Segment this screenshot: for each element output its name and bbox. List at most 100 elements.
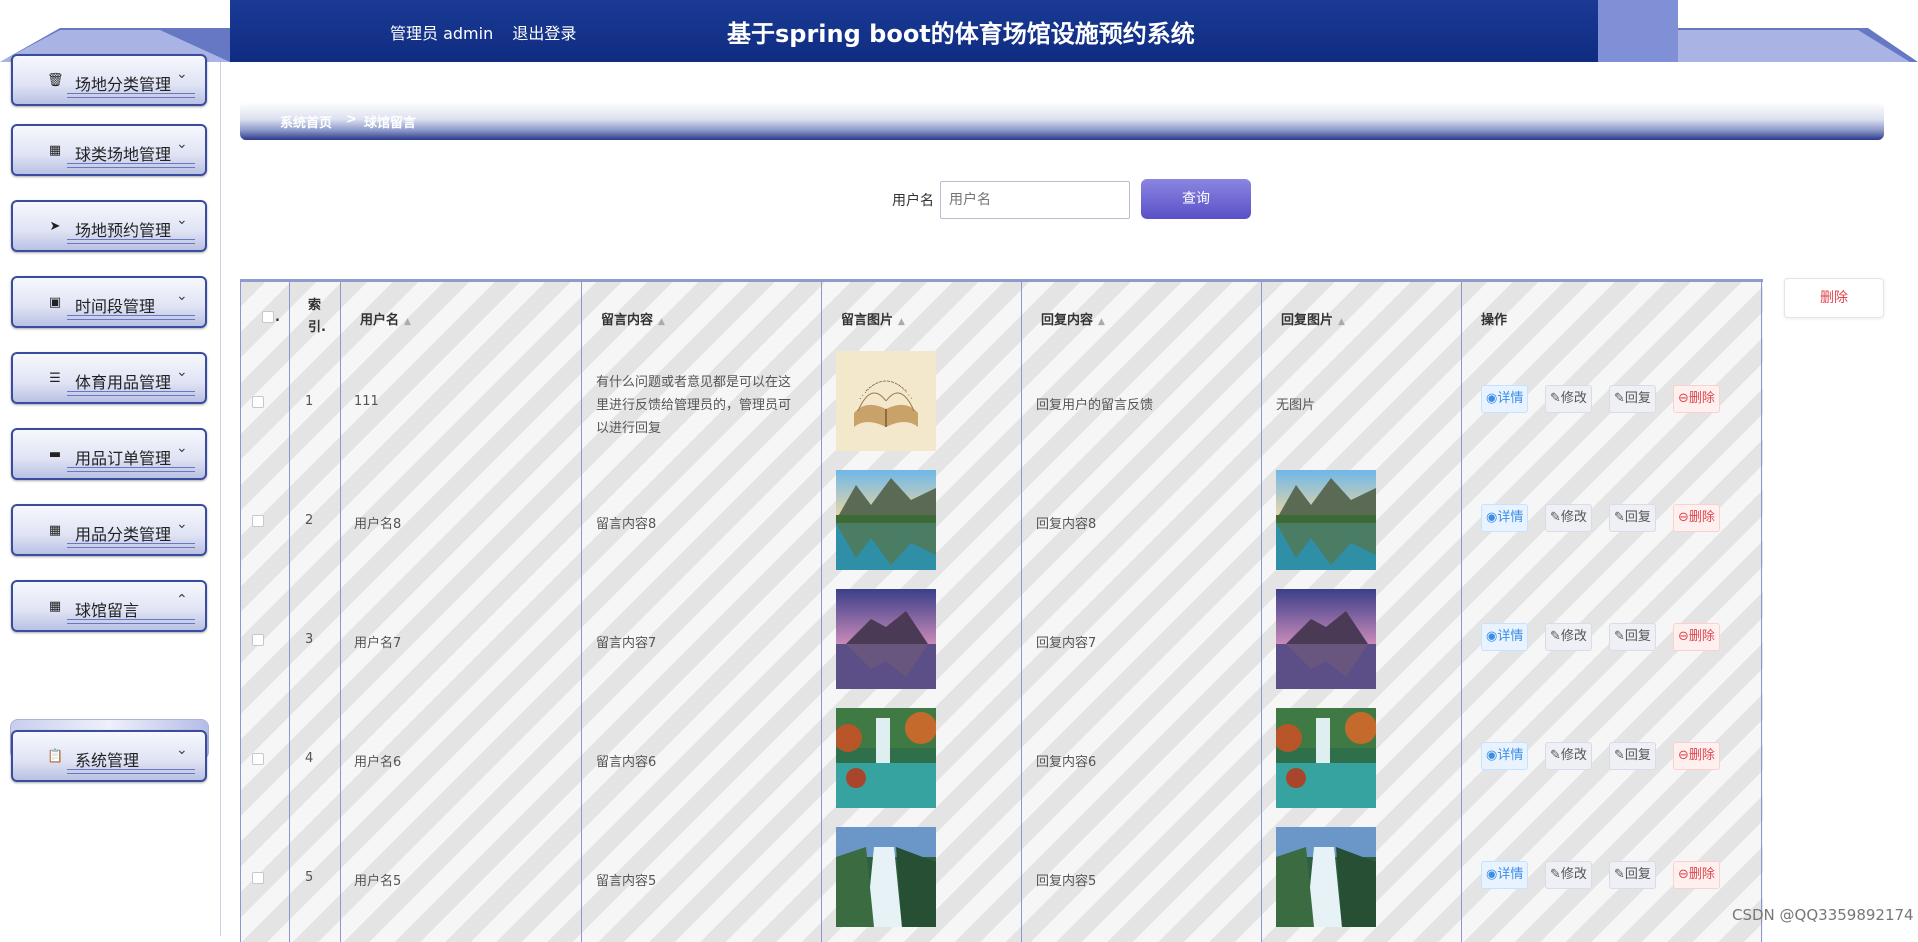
delete-button[interactable]: ⊖删除 (1673, 861, 1720, 889)
row-index: 1 (305, 394, 314, 409)
header-reply-image[interactable]: 回复图片 ▲︎ (1281, 309, 1345, 328)
header-reply[interactable]: 回复内容 ▲︎ (1041, 309, 1105, 328)
pencil-icon: ✎ (1614, 391, 1625, 406)
edit-button[interactable]: ✎修改 (1545, 861, 1592, 889)
delete-button[interactable]: ⊖删除 (1673, 623, 1720, 651)
header-content-label: 留言内容 (601, 313, 654, 328)
delete-button[interactable]: ⊖删除 (1673, 504, 1720, 532)
sidebar-item-venue-category[interactable]: 🗑 场地分类管理 ⌄ (11, 54, 207, 106)
chevron-up-icon: ⌃ (176, 592, 188, 608)
message-image-purple-lake[interactable] (836, 589, 936, 689)
sort-icon: ▲︎ (898, 317, 905, 327)
row-checkbox[interactable] (252, 872, 264, 884)
sidebar-item-ball-venue[interactable]: ▦ 球类场地管理 ⌄ (11, 124, 207, 176)
row-index: 5 (305, 870, 314, 885)
delete-label: 删除 (1688, 510, 1715, 525)
sidebar-item-messages[interactable]: ▦ 球馆留言 ⌃ (11, 580, 207, 632)
menu-underline (67, 239, 195, 244)
header-content[interactable]: 留言内容 ▲︎ (601, 309, 665, 328)
sidebar-item-label: 体育用品管理 (75, 373, 172, 392)
search-input[interactable] (940, 181, 1130, 219)
header-username-label: 用户名 (360, 313, 400, 328)
message-image-autumn-waterfall[interactable] (836, 708, 936, 808)
reply-button[interactable]: ✎回复 (1609, 623, 1656, 651)
detail-button[interactable]: ◉详情 (1481, 504, 1529, 532)
select-all-checkbox[interactable] (262, 311, 274, 323)
sidebar-item-venue-booking[interactable]: ➤ 场地预约管理 ⌄ (11, 200, 207, 252)
header-index: 索引. (308, 298, 326, 335)
sidebar-item-sports-goods[interactable]: ☰ 体育用品管理 ⌄ (11, 352, 207, 404)
row-username: 用户名7 (354, 636, 402, 651)
menu-underline (67, 769, 195, 774)
header-ops: 操作 (1481, 313, 1508, 328)
eye-icon: ◉ (1486, 510, 1498, 525)
detail-button[interactable]: ◉详情 (1481, 861, 1529, 889)
reply-button[interactable]: ✎回复 (1609, 742, 1656, 770)
pencil-icon: ✎ (1550, 629, 1561, 644)
clipboard-icon: 📋 (47, 749, 64, 764)
reply-button[interactable]: ✎回复 (1609, 385, 1656, 413)
reply-button[interactable]: ✎回复 (1609, 504, 1656, 532)
reply-image-autumn-waterfall[interactable] (1276, 708, 1376, 808)
chevron-down-icon: ⌄ (176, 66, 188, 82)
delete-label: 删除 (1688, 629, 1715, 644)
row-reply-image-empty: 无图片 (1276, 398, 1316, 413)
list-icon: ☰ (49, 371, 61, 386)
detail-label: 详情 (1497, 510, 1524, 525)
grid-icon: ▦ (48, 523, 62, 538)
pencil-icon: ✎ (1614, 629, 1625, 644)
breadcrumb-current: 球馆留言 (364, 116, 417, 131)
eye-icon: ◉ (1486, 629, 1498, 644)
header-image[interactable]: 留言图片 ▲︎ (841, 309, 905, 328)
reply-button[interactable]: ✎回复 (1609, 861, 1656, 889)
detail-button[interactable]: ◉详情 (1481, 742, 1529, 770)
row-checkbox[interactable] (252, 515, 264, 527)
sidebar-item-system[interactable]: 📋 系统管理 ⌄ (11, 730, 207, 782)
edit-button[interactable]: ✎修改 (1545, 385, 1592, 413)
edit-button[interactable]: ✎修改 (1545, 504, 1592, 532)
delete-label: 删除 (1688, 391, 1715, 406)
breadcrumb-home[interactable]: 系统首页 (280, 112, 332, 131)
grid-icon: ▦ (48, 599, 62, 614)
edit-button[interactable]: ✎修改 (1545, 742, 1592, 770)
delete-label: 删除 (1688, 748, 1715, 763)
reply-label: 回复 (1624, 748, 1651, 763)
message-image-open-book[interactable] (836, 351, 936, 451)
sort-icon: ▲︎ (404, 317, 411, 327)
reply-image-purple-lake[interactable] (1276, 589, 1376, 689)
row-checkbox[interactable] (252, 634, 264, 646)
sidebar-item-goods-category[interactable]: ▦ 用品分类管理 ⌄ (11, 504, 207, 556)
message-image-mountain-lake[interactable] (836, 470, 936, 570)
grid-icon: ▦ (48, 143, 62, 158)
delete-button[interactable]: ⊖删除 (1673, 385, 1720, 413)
message-table: . 索引. 用户名 ▲︎ 留言内容 ▲︎ 留言图片 ▲︎ 回复内容 ▲︎ 回复图片 ▲︎ … (240, 279, 1763, 942)
header-dot: . (275, 310, 280, 325)
sidebar-item-goods-orders[interactable]: ▬ 用品订单管理 ⌄ (11, 428, 207, 480)
minus-circle-icon: ⊖ (1678, 748, 1689, 763)
minus-circle-icon: ⊖ (1678, 391, 1689, 406)
pencil-icon: ✎ (1550, 748, 1561, 763)
menu-underline (67, 619, 195, 624)
row-content-line: 里进行反馈给管理员的，管理员可 (596, 398, 792, 413)
sort-icon: ▲︎ (658, 317, 665, 327)
search-button[interactable]: 查询 (1141, 179, 1251, 219)
reply-image-mountain-lake[interactable] (1276, 470, 1376, 570)
edit-label: 修改 (1560, 748, 1587, 763)
detail-button[interactable]: ◉详情 (1481, 385, 1529, 413)
batch-delete-button[interactable]: 删除 (1784, 278, 1884, 318)
menu-underline (67, 391, 195, 396)
sidebar-item-time-slot[interactable]: ▣ 时间段管理 ⌄ (11, 276, 207, 328)
edit-label: 修改 (1560, 867, 1587, 882)
delete-button[interactable]: ⊖删除 (1673, 742, 1720, 770)
header-username[interactable]: 用户名 ▲︎ (360, 309, 411, 328)
message-image-waterfall[interactable] (836, 827, 936, 927)
detail-button[interactable]: ◉详情 (1481, 623, 1529, 651)
chevron-down-icon: ⌄ (176, 742, 188, 758)
row-checkbox[interactable] (252, 753, 264, 765)
reply-image-waterfall[interactable] (1276, 827, 1376, 927)
search-label: 用户名 (892, 193, 934, 209)
edit-button[interactable]: ✎修改 (1545, 623, 1592, 651)
row-checkbox[interactable] (252, 396, 264, 408)
logout-link[interactable]: 退出登录 (512, 24, 576, 43)
breadcrumb: 系统首页 > 球馆留言 (240, 102, 1884, 140)
